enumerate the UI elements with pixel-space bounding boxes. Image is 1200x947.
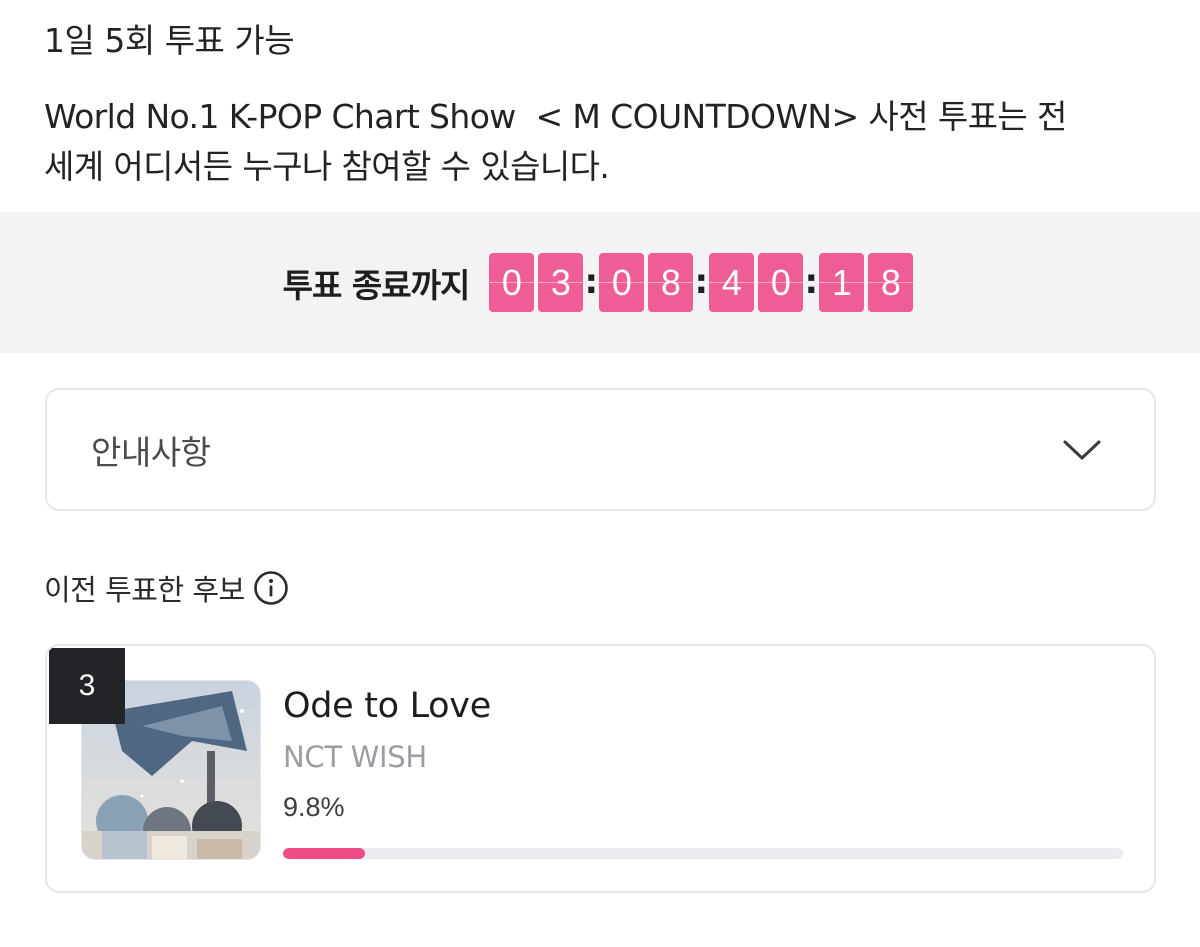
countdown-row: 투표 종료까지 0 3 : 0 8 : 4 0 : 1 8 [0, 212, 1200, 353]
countdown-digit: 8 [868, 253, 914, 312]
countdown-digit: 0 [489, 253, 535, 312]
previous-vote-label: 이전 투표한 후보 [44, 573, 245, 607]
rank-badge: 3 [49, 648, 125, 724]
intro-line-2: 세계 어디서든 누구나 참여할 수 있습니다. [44, 147, 610, 186]
candidate-card[interactable]: 3 Ode to Love NCT WISH 9.8% [45, 644, 1156, 893]
countdown-separator: : [694, 262, 709, 302]
countdown-seconds: 4 0 [709, 253, 804, 312]
countdown-digit: 0 [599, 253, 645, 312]
countdown-separator: : [804, 262, 819, 302]
vote-limit-text: 1일 5회 투표 가능 [44, 21, 295, 60]
previous-vote-header: 이전 투표한 후보 [44, 567, 289, 609]
song-title: Ode to Love [283, 686, 491, 726]
countdown-banner: 투표 종료까지 0 3 : 0 8 : 4 0 : 1 8 [0, 212, 1200, 353]
countdown-hours: 0 3 [489, 253, 584, 312]
countdown-minutes: 0 8 [599, 253, 694, 312]
vote-progress-fill [283, 848, 366, 859]
countdown-digit: 3 [538, 253, 584, 312]
intro-text: World No.1 K-POP Chart Show < M COUNTDOW… [44, 92, 1164, 192]
countdown-label: 투표 종료까지 [282, 265, 471, 305]
chevron-down-icon[interactable] [1062, 438, 1102, 462]
artist-name: NCT WISH [283, 740, 427, 774]
countdown-digit: 4 [709, 253, 755, 312]
vote-progress-bar [283, 848, 1123, 859]
countdown-centiseconds: 1 8 [819, 253, 914, 312]
countdown-digit: 8 [648, 253, 694, 312]
info-icon[interactable] [253, 570, 289, 606]
vote-percentage: 9.8% [283, 792, 345, 822]
notice-accordion[interactable]: 안내사항 [45, 388, 1156, 511]
countdown-separator: : [584, 262, 599, 302]
intro-line-1: World No.1 K-POP Chart Show < M COUNTDOW… [44, 97, 1067, 136]
countdown-digit: 0 [758, 253, 804, 312]
countdown-digit: 1 [819, 253, 865, 312]
notice-title: 안내사항 [91, 432, 211, 472]
